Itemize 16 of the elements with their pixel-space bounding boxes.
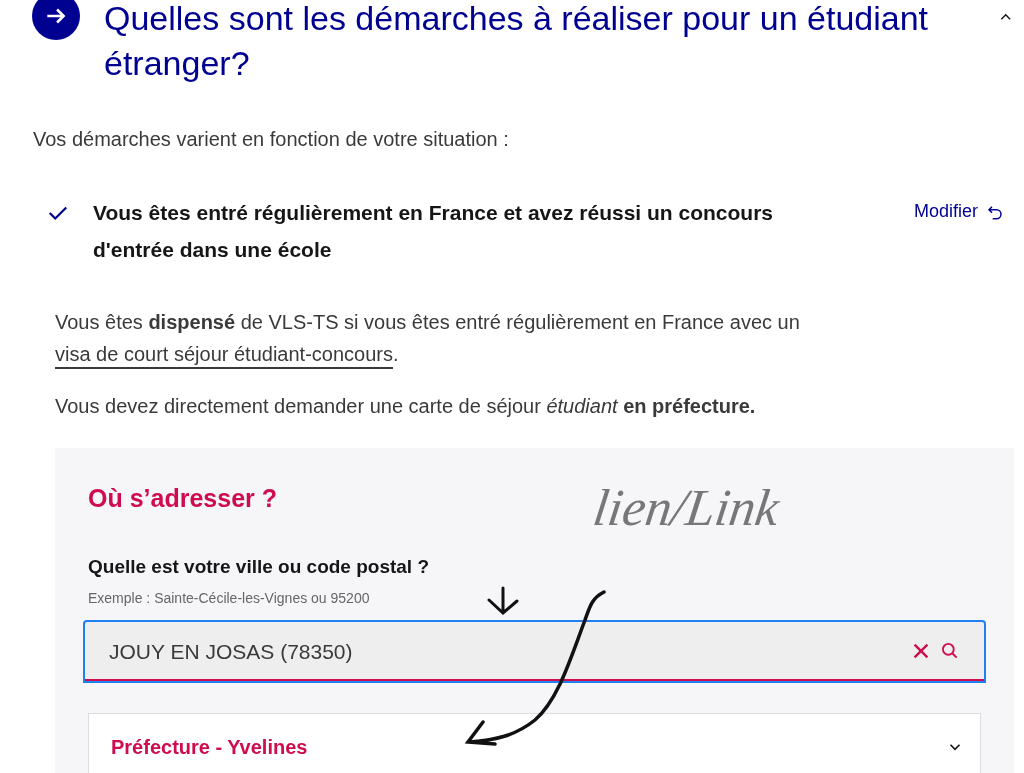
- choice-label: Vous êtes entré régulièrement en France et avez réussi un concours d'entrée dans une école: [93, 200, 775, 263]
- search-icon[interactable]: [940, 641, 960, 661]
- intro-text: Vos démarches varient en fonction de votre situation :: [33, 127, 510, 152]
- link[interactable]: visa de court séjour étudiant-concours: [55, 343, 393, 365]
- result-card[interactable]: Préfecture - Yvelines: [88, 713, 981, 773]
- field-hint: Exemple : Sainte-Cécile-les-Vignes ou 95200: [88, 590, 370, 606]
- handwritten-note: lien/Link: [589, 478, 783, 537]
- search-field[interactable]: JOUY EN JOSAS (78350): [83, 620, 986, 683]
- paragraph: Vous devez directement demander une carte de séjour étudiant en préfecture.: [55, 394, 757, 419]
- result-title: Préfecture - Yvelines: [111, 735, 309, 759]
- modify-link[interactable]: Modifier: [913, 201, 1004, 222]
- arrow-button[interactable]: [32, 0, 80, 40]
- section-heading: Où s’adresser ?: [88, 484, 277, 513]
- section-title: Quelles sont les démarches à réaliser pour un étudiant étranger?: [104, 0, 930, 84]
- paragraph: Vous êtes dispensé de VLS-TS si vous êtes entré régulièrement en France avec un visa de court séjour étudiant-concours.: [55, 310, 801, 367]
- field-label: Quelle est votre ville ou code postal ?: [88, 556, 430, 578]
